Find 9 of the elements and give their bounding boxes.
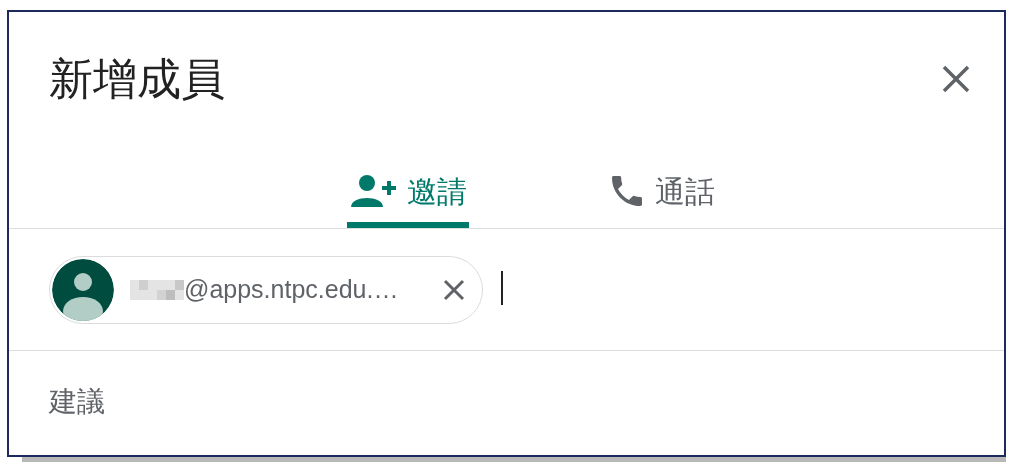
text-cursor (501, 270, 503, 305)
suggestions-heading: 建議 (49, 385, 105, 418)
avatar-icon (52, 258, 114, 321)
person-add-icon (348, 173, 399, 209)
tab[interactable]: 邀請 (346, 152, 469, 228)
mosaic-icon (130, 279, 184, 300)
tab[interactable]: 通話 (604, 152, 717, 228)
dialog-title: 新增成員 (49, 57, 225, 101)
recipient-email: @apps.ntpc.edu.… (184, 273, 399, 305)
